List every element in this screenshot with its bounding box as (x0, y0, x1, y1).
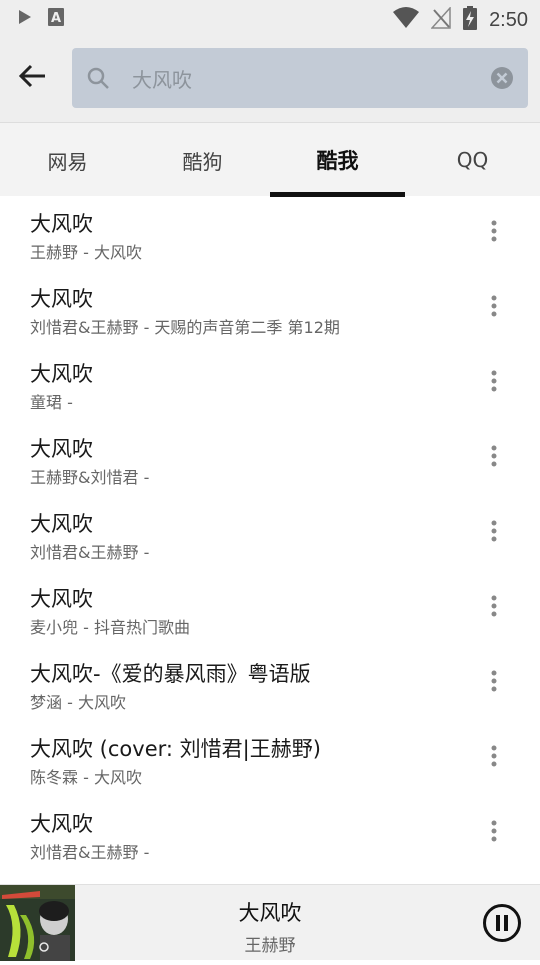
pause-icon (482, 904, 522, 947)
song-title: 大风吹 (30, 362, 93, 386)
song-title: 大风吹 (30, 812, 93, 836)
more-vert-icon (491, 370, 497, 396)
wifi-icon (393, 7, 420, 33)
song-subtitle: 刘惜君&王赫野 - (30, 543, 150, 562)
more-vert-icon (491, 670, 497, 696)
song-subtitle: 麦小兜 - 抖音热门歌曲 (30, 618, 190, 637)
more-vert-icon (491, 820, 497, 846)
tab-kuwo[interactable]: 酷我 (270, 123, 405, 197)
song-subtitle: 梦涵 - 大风吹 (30, 693, 126, 712)
tab-kugou[interactable]: 酷狗 (135, 123, 270, 197)
arrow-left-icon (18, 64, 46, 92)
more-vert-icon (491, 520, 497, 546)
song-title: 大风吹 (30, 512, 93, 536)
search-input[interactable] (130, 58, 470, 98)
song-title: 大风吹 (30, 587, 93, 611)
more-vert-icon (491, 220, 497, 246)
status-time: 2:50 (489, 8, 528, 31)
song-title: 大风吹 (cover: 刘惜君|王赫野) (30, 737, 321, 761)
list-item[interactable]: 大风吹 刘惜君&王赫野 - 天赐的声音第二季 第12期 (0, 271, 540, 346)
more-options-button[interactable] (480, 368, 508, 398)
song-title: 大风吹 (30, 287, 93, 311)
song-list: 大风吹 王赫野 - 大风吹 大风吹 刘惜君&王赫野 - 天赐的声音第二季 第12… (0, 196, 540, 884)
tab-qq[interactable]: QQ (405, 123, 540, 197)
list-item[interactable]: 大风吹-《爱的暴风雨》粤语版 梦涵 - 大风吹 (0, 646, 540, 721)
search-box[interactable] (72, 48, 528, 108)
battery-charging-icon (463, 6, 478, 34)
list-item[interactable]: 大风吹 王赫野&刘惜君 - (0, 421, 540, 496)
back-button[interactable] (12, 56, 52, 100)
no-signal-icon (430, 6, 451, 33)
status-bar: A 2:50 (0, 0, 540, 36)
more-vert-icon (491, 445, 497, 471)
pause-button[interactable] (482, 903, 522, 943)
song-subtitle: 陈冬霖 - 大风吹 (30, 768, 142, 787)
song-subtitle: 童珺 - (30, 393, 73, 412)
tab-netease[interactable]: 网易 (0, 123, 135, 197)
now-playing-title: 大风吹 (238, 901, 302, 925)
more-vert-icon (491, 295, 497, 321)
search-header (0, 36, 540, 122)
song-subtitle: 刘惜君&王赫野 - 天赐的声音第二季 第12期 (30, 318, 340, 337)
list-item[interactable]: 大风吹 童珺 - (0, 346, 540, 421)
clear-icon[interactable] (490, 66, 514, 94)
a-icon: A (48, 8, 64, 30)
search-icon (86, 66, 110, 94)
song-subtitle: 王赫野&刘惜君 - (30, 468, 150, 487)
song-subtitle: 刘惜君&王赫野 - (30, 843, 150, 862)
svg-text:A: A (51, 11, 61, 26)
list-item[interactable]: 大风吹 刘惜君&王赫野 - (0, 796, 540, 871)
more-options-button[interactable] (480, 443, 508, 473)
play-icon (18, 9, 32, 29)
song-subtitle: 王赫野 - 大风吹 (30, 243, 142, 262)
song-title: 大风吹-《爱的暴风雨》粤语版 (30, 662, 311, 686)
now-playing-artist: 王赫野 (244, 936, 296, 956)
more-vert-icon (491, 745, 497, 771)
song-title: 大风吹 (30, 212, 93, 236)
more-options-button[interactable] (480, 668, 508, 698)
list-item[interactable]: 大风吹 王赫野 - 大风吹 (0, 196, 540, 271)
more-options-button[interactable] (480, 593, 508, 623)
song-title: 大风吹 (30, 437, 93, 461)
list-item[interactable]: 大风吹 (cover: 刘惜君|王赫野) 陈冬霖 - 大风吹 (0, 721, 540, 796)
source-tabs: 网易 酷狗 酷我 QQ (0, 122, 540, 197)
list-item[interactable]: 大风吹 刘惜君&王赫野 - (0, 496, 540, 571)
more-options-button[interactable] (480, 743, 508, 773)
more-options-button[interactable] (480, 518, 508, 548)
more-options-button[interactable] (480, 218, 508, 248)
mini-player[interactable]: 大风吹 王赫野 (0, 884, 540, 961)
list-item[interactable]: 大风吹 麦小兜 - 抖音热门歌曲 (0, 571, 540, 646)
more-options-button[interactable] (480, 818, 508, 848)
more-options-button[interactable] (480, 293, 508, 323)
more-vert-icon (491, 595, 497, 621)
